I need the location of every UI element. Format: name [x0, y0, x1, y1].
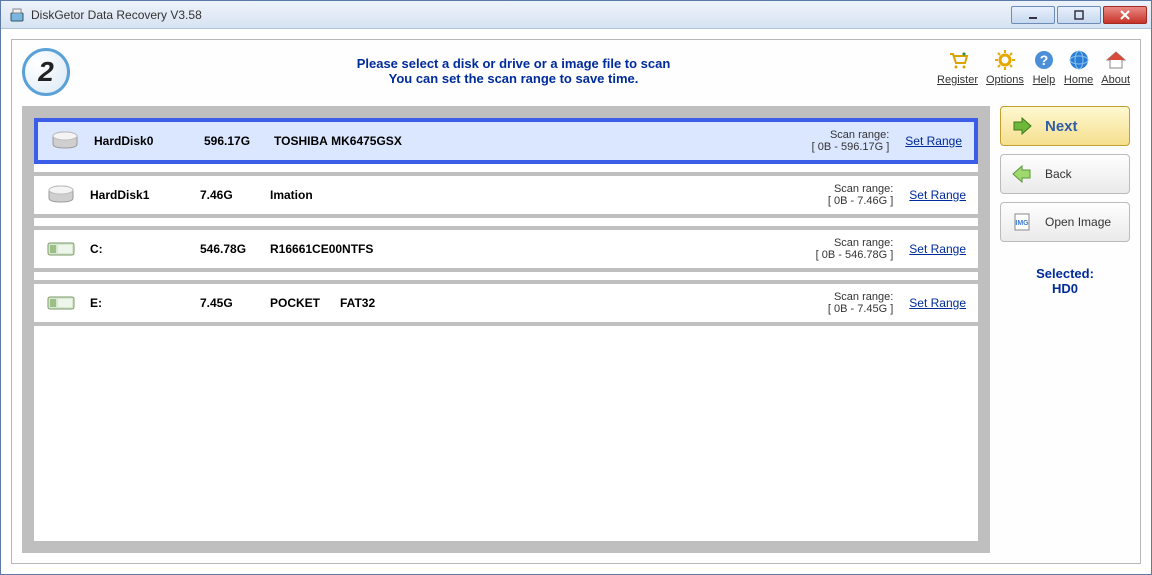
next-button[interactable]: Next [1000, 106, 1130, 146]
toolbar: Register Options ? Help Home [937, 48, 1130, 86]
disk-list: HardDisk0596.17GTOSHIBA MK6475GSXScan ra… [22, 106, 990, 553]
home-link[interactable]: Home [1064, 48, 1093, 86]
globe-icon [1067, 48, 1091, 72]
selected-indicator: Selected: HD0 [1000, 266, 1130, 296]
close-button[interactable] [1103, 6, 1147, 24]
register-label: Register [937, 74, 978, 86]
disk-model: POCKET FAT32 [270, 296, 828, 310]
selected-label-text: Selected: [1000, 266, 1130, 281]
set-range-link[interactable]: Set Range [905, 134, 962, 148]
disk-name: HardDisk0 [94, 134, 204, 148]
disk-model: TOSHIBA MK6475GSX [274, 134, 812, 148]
sidebar: Next Back IMG Open Image Selected: HD0 [1000, 106, 1130, 553]
options-link[interactable]: Options [986, 48, 1024, 86]
gear-icon [993, 48, 1017, 72]
help-icon: ? [1032, 48, 1056, 72]
svg-text:IMG: IMG [1015, 220, 1029, 227]
house-icon [1104, 48, 1128, 72]
about-link[interactable]: About [1101, 48, 1130, 86]
home-label: Home [1064, 74, 1093, 86]
arrow-right-icon [1011, 115, 1033, 137]
scan-range: Scan range:[ 0B - 7.46G ] [828, 183, 893, 207]
back-label: Back [1045, 167, 1072, 181]
back-button[interactable]: Back [1000, 154, 1130, 194]
disk-size: 546.78G [200, 242, 270, 256]
step-badge: 2 [22, 48, 70, 96]
disk-name: HardDisk1 [90, 188, 200, 202]
disk-model: R16661CE00NTFS [270, 242, 816, 256]
cart-icon [946, 48, 970, 72]
help-label: Help [1033, 74, 1056, 86]
harddisk-icon [46, 185, 76, 205]
partition-icon [46, 239, 76, 259]
scan-range: Scan range:[ 0B - 7.45G ] [828, 291, 893, 315]
disk-row[interactable]: HardDisk0596.17GTOSHIBA MK6475GSXScan ra… [34, 118, 978, 164]
disk-name: E: [90, 296, 200, 310]
scan-range: Scan range:[ 0B - 546.78G ] [816, 237, 894, 261]
set-range-link[interactable]: Set Range [909, 188, 966, 202]
help-link[interactable]: ? Help [1032, 48, 1056, 86]
disk-row[interactable]: E:7.45GPOCKET FAT32Scan range:[ 0B - 7.4… [34, 280, 978, 326]
disk-model: Imation [270, 188, 828, 202]
arrow-left-icon [1011, 163, 1033, 185]
disk-name: C: [90, 242, 200, 256]
titlebar[interactable]: DiskGetor Data Recovery V3.58 [1, 1, 1151, 29]
harddisk-icon [50, 131, 80, 151]
partition-icon [46, 293, 76, 313]
disk-row[interactable]: C:546.78GR16661CE00NTFSScan range:[ 0B -… [34, 226, 978, 272]
maximize-button[interactable] [1057, 6, 1101, 24]
svg-text:?: ? [1040, 52, 1049, 68]
window-title: DiskGetor Data Recovery V3.58 [31, 8, 1011, 22]
set-range-link[interactable]: Set Range [909, 242, 966, 256]
disk-row[interactable]: HardDisk17.46GImationScan range:[ 0B - 7… [34, 172, 978, 218]
app-window: DiskGetor Data Recovery V3.58 2 Please s… [0, 0, 1152, 575]
next-label: Next [1045, 118, 1078, 135]
disk-size: 7.46G [200, 188, 270, 202]
app-icon [9, 7, 25, 23]
header-instructions: Please select a disk or drive or a image… [90, 48, 937, 86]
selected-value: HD0 [1000, 281, 1130, 296]
open-image-label: Open Image [1045, 215, 1111, 229]
scan-range: Scan range:[ 0B - 596.17G ] [812, 129, 890, 153]
options-label: Options [986, 74, 1024, 86]
header-line2: You can set the scan range to save time. [90, 71, 937, 86]
disk-size: 596.17G [204, 134, 274, 148]
register-link[interactable]: Register [937, 48, 978, 86]
open-image-button[interactable]: IMG Open Image [1000, 202, 1130, 242]
set-range-link[interactable]: Set Range [909, 296, 966, 310]
header-line1: Please select a disk or drive or a image… [90, 56, 937, 71]
image-file-icon: IMG [1011, 211, 1033, 233]
minimize-button[interactable] [1011, 6, 1055, 24]
about-label: About [1101, 74, 1130, 86]
disk-size: 7.45G [200, 296, 270, 310]
